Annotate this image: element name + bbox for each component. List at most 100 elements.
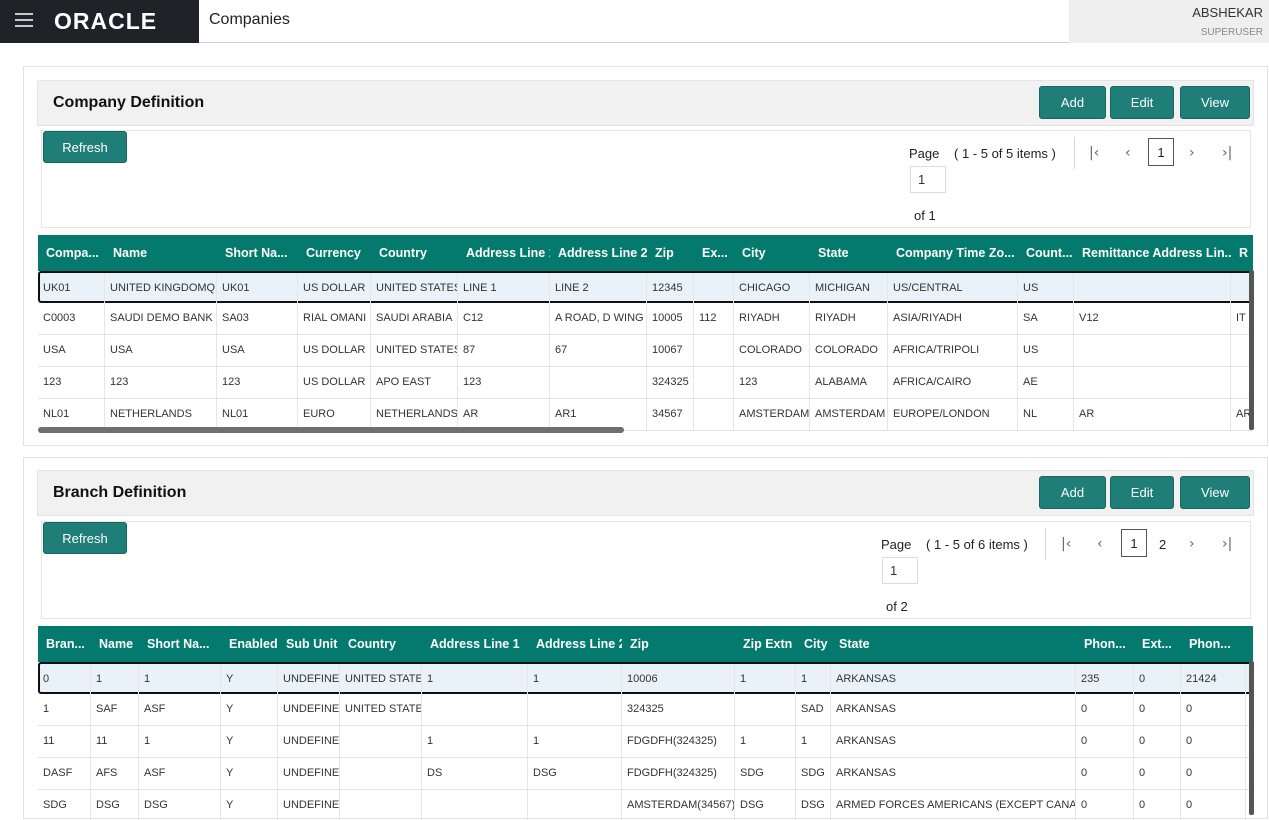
company-horizontal-scrollbar[interactable]	[38, 427, 624, 433]
company-column-header[interactable]: Currency	[298, 235, 371, 271]
branch-column-header[interactable]: Enabled	[221, 626, 278, 662]
branch-column-header[interactable]: Zip Extn	[735, 626, 796, 662]
company-grid-header: Compa... Name Short Na... Currency Country Ad…	[38, 235, 1253, 271]
branch-vertical-scrollbar[interactable]	[1249, 661, 1254, 815]
company-column-header[interactable]: Ex...	[694, 235, 734, 271]
branch-table-cell: Y	[221, 790, 278, 820]
company-column-header[interactable]: Count...	[1018, 235, 1074, 271]
branch-page-2[interactable]: 2	[1159, 537, 1166, 552]
branch-table-cell: DASF	[38, 758, 91, 789]
branch-column-header[interactable]: Country	[340, 626, 422, 662]
company-column-header[interactable]: Compa...	[38, 235, 105, 271]
company-view-button[interactable]: View	[1180, 86, 1250, 119]
branch-current-page[interactable]: 1	[1121, 529, 1147, 557]
first-page-icon[interactable]: |‹	[1061, 536, 1071, 552]
company-table-row[interactable]: UK01 UNITED KINGDOMQ UK01 US DOLLAR UNITED S…	[38, 271, 1253, 304]
company-page-input[interactable]: 1	[910, 166, 946, 193]
branch-column-header[interactable]: Name	[91, 626, 139, 662]
company-table-cell: NL01	[38, 399, 105, 430]
branch-column-header[interactable]: Ext...	[1134, 626, 1181, 662]
company-column-header[interactable]: Address Line 1	[458, 235, 550, 271]
branch-column-header[interactable]: Sub Unit	[278, 626, 340, 662]
branch-edit-button[interactable]: Edit	[1110, 476, 1174, 509]
company-column-header[interactable]: R	[1231, 235, 1253, 271]
next-page-icon[interactable]: ›	[1189, 536, 1195, 552]
branch-table-cell: ARMED FORCES AMERICANS (EXCEPT CANADA)	[831, 790, 1076, 820]
company-column-header[interactable]: Address Line 2	[550, 235, 647, 271]
company-table-cell: 67	[550, 335, 647, 366]
branch-table-cell: DSG	[139, 790, 221, 820]
company-table-cell: C0003	[38, 303, 105, 334]
branch-table-cell: DSG	[91, 790, 139, 820]
company-refresh-button[interactable]: Refresh	[43, 131, 127, 163]
branch-column-header[interactable]: Phon...	[1181, 626, 1246, 662]
company-column-header[interactable]: State	[810, 235, 888, 271]
company-table-cell: 123	[734, 367, 810, 398]
branch-column-header[interactable]: Zip	[622, 626, 735, 662]
company-table-cell	[694, 273, 734, 304]
company-column-header[interactable]: Country	[371, 235, 458, 271]
branch-table-cell: 0	[38, 664, 91, 695]
branch-column-header[interactable]: State	[831, 626, 1076, 662]
company-table-cell	[694, 335, 734, 366]
branch-table-cell: AFS	[91, 758, 139, 789]
branch-column-header[interactable]	[1246, 626, 1253, 662]
brand-area: ORACLE	[0, 0, 199, 43]
branch-column-header[interactable]: Short Na...	[139, 626, 221, 662]
branch-table-cell	[528, 694, 622, 725]
branch-table-cell: 0	[1134, 694, 1181, 725]
company-column-header[interactable]: Remittance Address Lin...	[1074, 235, 1231, 271]
branch-table-cell: 1	[735, 664, 796, 695]
branch-table-cell: FDGDFH(324325)	[622, 758, 735, 789]
company-table-cell: V12	[1074, 303, 1231, 334]
branch-column-header[interactable]: Phon...	[1076, 626, 1134, 662]
company-table-cell: 123	[458, 367, 550, 398]
branch-column-header[interactable]: Bran...	[38, 626, 91, 662]
prev-page-icon[interactable]: ‹	[1125, 145, 1131, 161]
company-table-cell: AE	[1018, 367, 1074, 398]
branch-table-cell: Y	[221, 758, 278, 789]
branch-column-header[interactable]: Address Line 1	[422, 626, 528, 662]
company-table-row[interactable]: USA USA USA US DOLLAR UNITED STATES 87 67 10067…	[38, 335, 1253, 367]
branch-table-row[interactable]: 11111YUNDEFINED11FDGDFH(324325)11ARKANSA…	[38, 726, 1253, 758]
company-column-header[interactable]: Company Time Zo...	[888, 235, 1018, 271]
company-table-row[interactable]: 123 123 123 US DOLLAR APO EAST 123 324325 123 AL…	[38, 367, 1253, 399]
last-page-icon[interactable]: ›|	[1222, 145, 1232, 161]
branch-refresh-button[interactable]: Refresh	[43, 522, 127, 554]
company-table-cell: A ROAD, D WING	[550, 303, 647, 334]
hamburger-icon[interactable]	[15, 13, 33, 27]
company-table-row[interactable]: C0003 SAUDI DEMO BANK SA03 RIAL OMANI SAUDI …	[38, 303, 1253, 335]
branch-table-row[interactable]: 1SAFASFYUNDEFINEDUNITED STATES 324325 SADA…	[38, 694, 1253, 726]
company-edit-button[interactable]: Edit	[1110, 86, 1174, 119]
branch-table-row[interactable]: DASFAFSASFYUNDEFINEDDSDSGFDGDFH(324325)S…	[38, 758, 1253, 790]
branch-page-input[interactable]: 1	[882, 557, 918, 584]
company-column-header[interactable]: Short Na...	[217, 235, 298, 271]
first-page-icon[interactable]: |‹	[1089, 145, 1099, 161]
company-vertical-scrollbar[interactable]	[1249, 270, 1254, 430]
user-menu[interactable]: ABSHEKAR SUPERUSER	[1069, 0, 1269, 43]
company-column-header[interactable]: Name	[105, 235, 217, 271]
branch-table-cell: 235	[1076, 664, 1134, 695]
company-column-header[interactable]: Zip	[647, 235, 694, 271]
branch-column-header[interactable]: Address Line 2	[528, 626, 622, 662]
branch-table-cell: 324325	[622, 694, 735, 725]
branch-column-header[interactable]: City	[796, 626, 831, 662]
company-current-page[interactable]: 1	[1148, 138, 1174, 166]
branch-table-cell: SAD	[796, 694, 831, 725]
pager-divider	[1045, 528, 1046, 560]
pager-divider	[1074, 137, 1075, 169]
branch-view-button[interactable]: View	[1180, 476, 1250, 509]
branch-table-row[interactable]: 011YUNDEFINEDUNITED STATES111000611ARKAN…	[38, 662, 1253, 695]
company-add-button[interactable]: Add	[1039, 86, 1106, 119]
company-table-cell: AFRICA/TRIPOLI	[888, 335, 1018, 366]
branch-table-row[interactable]: SDGDSGDSGYUNDEFINEDAMSTERDAM(34567)DSGDS…	[38, 790, 1253, 820]
company-table-cell: SA	[1018, 303, 1074, 334]
last-page-icon[interactable]: ›|	[1222, 536, 1232, 552]
company-table-cell: UNITED STATES	[371, 273, 458, 304]
company-table-cell: 123	[105, 367, 217, 398]
prev-page-icon[interactable]: ‹	[1097, 536, 1103, 552]
branch-table-cell: 0	[1076, 694, 1134, 725]
next-page-icon[interactable]: ›	[1189, 145, 1195, 161]
company-column-header[interactable]: City	[734, 235, 810, 271]
branch-add-button[interactable]: Add	[1039, 476, 1106, 509]
